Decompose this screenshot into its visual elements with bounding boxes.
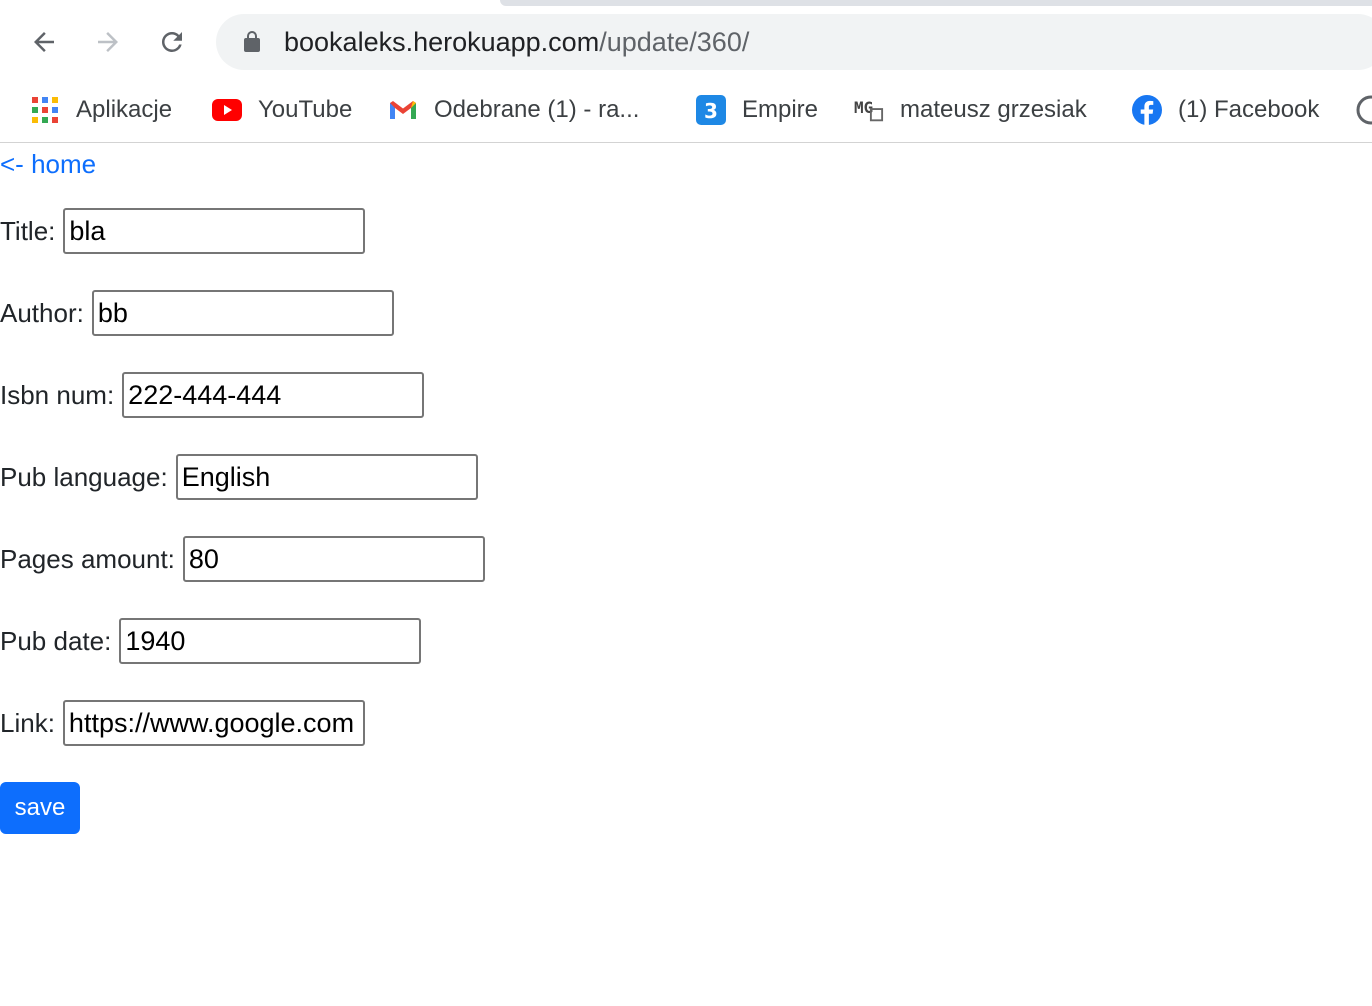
- url-text: bookaleks.herokuapp.com/update/360/: [284, 26, 749, 58]
- pages-amount-row: Pages amount:: [0, 536, 485, 582]
- isbn-input[interactable]: [122, 372, 425, 418]
- link-row: Link:: [0, 700, 365, 746]
- youtube-icon: [212, 95, 242, 125]
- pub-language-input[interactable]: [175, 454, 478, 500]
- empire-icon: 3: [696, 95, 726, 125]
- reload-icon: [161, 31, 182, 52]
- bookmark-label: Odebrane (1) - ra...: [434, 96, 640, 123]
- url-host: bookaleks.herokuapp.com: [284, 27, 600, 57]
- facebook-icon: [1132, 95, 1162, 125]
- mg-icon: MG: [854, 95, 884, 125]
- lock-icon: [244, 31, 260, 52]
- bookmark-empire[interactable]: 3 Empire: [696, 88, 818, 132]
- pub-date-input[interactable]: [119, 618, 422, 664]
- url-path: /update/360/: [599, 27, 750, 57]
- bookmark-facebook[interactable]: (1) Facebook: [1132, 88, 1319, 132]
- title-input[interactable]: [63, 208, 366, 254]
- isbn-label: Isbn num:: [0, 379, 115, 410]
- globe-icon: [1356, 95, 1372, 125]
- browser-chrome: bookaleks.herokuapp.com/update/360/ Apli…: [0, 0, 1372, 143]
- bookmark-gmail[interactable]: Odebrane (1) - ra...: [388, 88, 639, 132]
- author-input[interactable]: [91, 290, 394, 336]
- bookmarks-bar: Aplikacje YouTube Odebrane (1) - ra... 3…: [0, 88, 1372, 132]
- bookmark-youtube[interactable]: YouTube: [212, 88, 352, 132]
- forward-button[interactable]: [88, 22, 128, 62]
- bookmark-label: Empire: [742, 96, 819, 123]
- svg-text:3: 3: [704, 99, 718, 123]
- back-button[interactable]: [24, 22, 64, 62]
- bookmark-mateusz-grzesiak[interactable]: MG mateusz grzesiak: [854, 88, 1087, 132]
- pub-language-row: Pub language:: [0, 454, 478, 500]
- title-row: Title:: [0, 208, 366, 254]
- bookmark-aplikacje[interactable]: Aplikacje: [30, 88, 172, 132]
- bookmark-label: (1) Facebook: [1178, 96, 1320, 123]
- link-label: Link:: [0, 707, 55, 738]
- author-label: Author:: [0, 297, 84, 328]
- link-input[interactable]: [62, 700, 365, 746]
- pub-date-label: Pub date:: [0, 625, 112, 656]
- author-row: Author:: [0, 290, 394, 336]
- page-content: <- home Title: Author: Isbn num: Pub lan…: [0, 144, 1372, 1006]
- arrow-right-icon: [98, 32, 118, 52]
- bookmark-overflow[interactable]: [1356, 88, 1372, 132]
- bookmark-label: YouTube: [258, 96, 353, 123]
- arrow-left-icon: [34, 32, 54, 52]
- apps-grid-icon: [30, 95, 60, 125]
- save-button[interactable]: save: [0, 782, 80, 834]
- pages-amount-label: Pages amount:: [0, 543, 175, 574]
- title-label: Title:: [0, 215, 56, 246]
- pages-amount-input[interactable]: [182, 536, 485, 582]
- address-bar[interactable]: bookaleks.herokuapp.com/update/360/: [216, 14, 1372, 70]
- bookmark-label: mateusz grzesiak: [900, 96, 1087, 123]
- tab-strip: [500, 0, 1372, 6]
- reload-button[interactable]: [152, 22, 192, 62]
- isbn-row: Isbn num:: [0, 372, 425, 418]
- pub-date-row: Pub date:: [0, 618, 422, 664]
- home-link[interactable]: <- home: [0, 148, 96, 180]
- pub-language-label: Pub language:: [0, 461, 168, 492]
- bookmark-label: Aplikacje: [76, 96, 173, 123]
- gmail-icon: [388, 95, 418, 125]
